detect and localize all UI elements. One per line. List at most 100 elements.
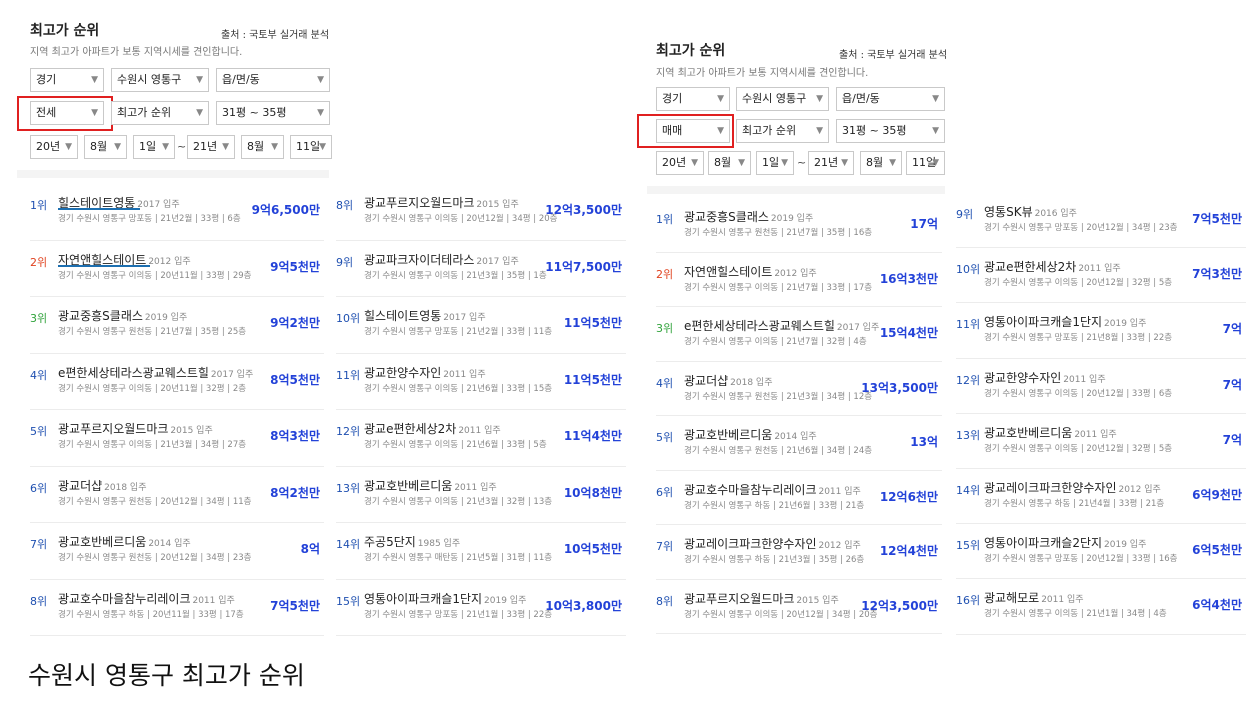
ranking-list-item[interactable]: 4위 e편한세상테라스광교웨스트힐 2017 입주 경기 수원시 영통구 이의동 | … [30,354,324,410]
apartment-name[interactable]: 영통아이파크캐슬1단지 2019 입주 [984,313,1146,330]
district-select[interactable]: 수원시 영통구 ▼ [111,68,209,92]
province-select[interactable]: 경기 ▼ [30,68,104,92]
apartment-name[interactable]: 광교중흥S클래스 2019 입주 [684,208,813,225]
from-year-select[interactable]: 20년 ▼ [656,151,704,175]
ranking-list-item[interactable]: 13위 광교호반베르디움 2011 입주 경기 수원시 영통구 이의동 | 21년3월… [336,467,626,523]
transaction-meta: 경기 수원시 영통구 하동 | 21년3월 | 35평 | 26층 [684,555,865,565]
apartment-name[interactable]: 광교더샵 2018 입주 [684,372,773,389]
apartment-name[interactable]: 광교푸르지오월드마크 2015 입주 [684,590,839,607]
ranking-list-item[interactable]: 15위 영통아이파크캐슬2단지 2019 입주 경기 수원시 영통구 망포동 | 20… [956,524,1246,580]
town-select[interactable]: 읍/면/동 ▼ [216,68,330,92]
ranking-list-item[interactable]: 1위 광교중흥S클래스 2019 입주 경기 수원시 영통구 원천동 | 21년7월 … [656,198,942,253]
to-year-select[interactable]: 21년 ▼ [187,135,235,159]
from-day-select[interactable]: 1일 ▼ [133,135,175,159]
ranking-list-item[interactable]: 16위 광교해모로 2011 입주 경기 수원시 영통구 이의동 | 21년1월 | … [956,579,1246,635]
ranking-list-item[interactable]: 1위 힐스테이트영통 2017 입주 경기 수원시 영통구 망포동 | 21년2월 |… [30,184,324,241]
sort-select[interactable]: 최고가 순위 ▼ [736,119,829,143]
apartment-name[interactable]: 광교호반베르디움 2011 입주 [984,424,1117,441]
ranking-list-item[interactable]: 13위 광교호반베르디움 2011 입주 경기 수원시 영통구 이의동 | 20년12… [956,414,1246,469]
apartment-name[interactable]: 주공5단지 1985 입주 [364,533,460,550]
apartment-name[interactable]: 광교e편한세상2차 2011 입주 [984,258,1121,275]
apartment-name[interactable]: 광교푸르지오월드마크 2015 입주 [58,420,213,437]
apartment-name[interactable]: 광교푸르지오월드마크 2015 입주 [364,194,519,211]
ranking-list-item[interactable]: 8위 광교푸르지오월드마크 2015 입주 경기 수원시 영통구 이의동 | 20년1… [336,184,626,241]
price-value: 13억 [910,435,938,449]
ranking-list-item[interactable]: 14위 주공5단지 1985 입주 경기 수원시 영통구 매탄동 | 21년5월 | … [336,523,626,580]
ranking-list-item[interactable]: 6위 광교호수마을참누리레이크 2011 입주 경기 수원시 영통구 하동 | 21년… [656,471,942,525]
apartment-name-text: 광교레이크파크한양수자인 [684,537,817,551]
ranking-list-item[interactable]: 5위 광교호반베르디움 2014 입주 경기 수원시 영통구 원천동 | 21년6월 … [656,416,942,471]
apartment-name-text: 광교중흥S클래스 [684,210,769,224]
district-select[interactable]: 수원시 영통구 ▼ [736,87,829,111]
apartment-name[interactable]: 광교호반베르디움 2014 입주 [58,533,191,550]
highlight-underline [58,208,140,210]
apartment-name[interactable]: 영통아이파크캐슬2단지 2019 입주 [984,534,1146,551]
town-select[interactable]: 읍/면/동 ▼ [836,87,945,111]
ranking-list-item[interactable]: 7위 광교레이크파크한양수자인 2012 입주 경기 수원시 영통구 하동 | 21년… [656,525,942,580]
ranking-list-item[interactable]: 8위 광교푸르지오월드마크 2015 입주 경기 수원시 영통구 이의동 | 20년1… [656,580,942,634]
price-value: 7억5천만 [1192,212,1242,226]
price-value: 9억5천만 [270,259,320,274]
from-year-select[interactable]: 20년 ▼ [30,135,78,159]
ranking-list-item[interactable]: 4위 광교더샵 2018 입주 경기 수원시 영통구 원천동 | 21년3월 | 34… [656,362,942,416]
ranking-list-item[interactable]: 10위 광교e편한세상2차 2011 입주 경기 수원시 영통구 이의동 | 20년1… [956,248,1246,304]
apartment-name[interactable]: 광교호수마을참누리레이크 2011 입주 [58,590,235,607]
dropdown-arrow-icon: ▼ [932,158,939,168]
ranking-list-item[interactable]: 8위 광교호수마을참누리레이크 2011 입주 경기 수원시 영통구 하동 | 20년… [30,580,324,636]
ranking-list-item[interactable]: 9위 광교파크자이더테라스 2017 입주 경기 수원시 영통구 이의동 | 21년3… [336,241,626,297]
apartment-name[interactable]: 영통SK뷰 2016 입주 [984,203,1077,220]
size-select[interactable]: 31평 ~ 35평 ▼ [836,119,945,143]
to-day-select[interactable]: 11일 ▼ [906,151,945,175]
dropdown-arrow-icon: ▼ [162,142,169,152]
to-day-select[interactable]: 11일 ▼ [290,135,332,159]
apartment-name[interactable]: 광교호반베르디움 2014 입주 [684,426,817,443]
apartment-name[interactable]: 광교한양수자인 2011 입주 [984,369,1106,386]
from-month-select[interactable]: 8월 ▼ [708,151,751,175]
sort-select[interactable]: 최고가 순위 ▼ [111,101,209,125]
apartment-name[interactable]: 광교파크자이더테라스 2017 입주 [364,251,519,268]
ranking-list-item[interactable]: 3위 e편한세상테라스광교웨스트힐 2017 입주 경기 수원시 영통구 이의동 | … [656,307,942,362]
transaction-meta: 경기 수원시 영통구 이의동 | 21년7월 | 33평 | 17층 [684,282,873,293]
ranking-list-item[interactable]: 2위 자연앤힐스테이트 2012 입주 경기 수원시 영통구 이의동 | 21년7월 … [656,253,942,307]
to-month-select[interactable]: 8월 ▼ [241,135,284,159]
ranking-list-item[interactable]: 7위 광교호반베르디움 2014 입주 경기 수원시 영통구 원천동 | 20년12월… [30,523,324,580]
ranking-list-item[interactable]: 11위 광교한양수자인 2011 입주 경기 수원시 영통구 이의동 | 21년6월 … [336,354,626,410]
apartment-name[interactable]: 광교호수마을참누리레이크 2011 입주 [684,481,861,498]
apartment-name[interactable]: 광교중흥S클래스 2019 입주 [58,307,187,324]
apartment-name[interactable]: 광교더샵 2018 입주 [58,477,147,494]
price-value: 11억7,500만 [545,259,622,274]
apartment-name-text: 광교호반베르디움 [984,425,1073,440]
apartment-name[interactable]: e편한세상테라스광교웨스트힐 2017 입주 [58,364,253,381]
from-day-select[interactable]: 1일 ▼ [756,151,794,175]
ranking-list-item[interactable]: 12위 광교한양수자인 2011 입주 경기 수원시 영통구 이의동 | 20년12월… [956,359,1246,414]
to-year-select[interactable]: 21년 ▼ [808,151,854,175]
apartment-name[interactable]: 자연앤힐스테이트 2012 입주 [684,263,817,280]
apartment-name[interactable]: 광교레이크파크한양수자인 2012 입주 [684,535,861,552]
ranking-list-item[interactable]: 9위 영통SK뷰 2016 입주 경기 수원시 영통구 망포동 | 20년12월 | … [956,193,1246,249]
apartment-name[interactable]: 광교호반베르디움 2011 입주 [364,477,497,494]
ranking-list-item[interactable]: 10위 힐스테이트영통 2017 입주 경기 수원시 영통구 망포동 | 21년2월 … [336,297,626,354]
size-select[interactable]: 31평 ~ 35평 ▼ [216,101,330,125]
ranking-list-item[interactable]: 14위 광교레이크파크한양수자인 2012 입주 경기 수원시 영통구 하동 | 21… [956,469,1246,525]
ranking-list-item[interactable]: 15위 영통아이파크캐슬1단지 2019 입주 경기 수원시 영통구 망포동 | 21… [336,580,626,636]
province-select[interactable]: 경기 ▼ [656,87,730,111]
apartment-name[interactable]: 영통아이파크캐슬1단지 2019 입주 [364,590,526,607]
to-month-select[interactable]: 8월 ▼ [860,151,902,175]
ranking-list-item[interactable]: 3위 광교중흥S클래스 2019 입주 경기 수원시 영통구 원천동 | 21년7월 … [30,297,324,354]
ranking-list-item[interactable]: 5위 광교푸르지오월드마크 2015 입주 경기 수원시 영통구 이의동 | 21년3… [30,410,324,467]
apartment-name[interactable]: 힐스테이트영통 2017 입주 [364,307,486,324]
ranking-list-item[interactable]: 12위 광교e편한세상2차 2011 입주 경기 수원시 영통구 이의동 | 21년6… [336,410,626,467]
apartment-name[interactable]: 광교e편한세상2차 2011 입주 [364,420,501,437]
select-value: 경기 [662,92,683,105]
price-value: 16억3천만 [879,271,938,286]
apartment-name[interactable]: 광교해모로 2011 입주 [984,589,1084,606]
apartment-name[interactable]: 광교레이크파크한양수자인 2012 입주 [984,479,1161,496]
from-month-select[interactable]: 8월 ▼ [84,135,127,159]
ranking-list-item[interactable]: 11위 영통아이파크캐슬1단지 2019 입주 경기 수원시 영통구 망포동 | 21… [956,303,1246,359]
panel-description: 지역 최고가 아파트가 보통 지역시세를 견인합니다. [30,47,243,58]
apartment-name[interactable]: e편한세상테라스광교웨스트힐 2017 입주 [684,317,879,334]
ranking-list-item[interactable]: 6위 광교더샵 2018 입주 경기 수원시 영통구 원천동 | 20년12월 | 3… [30,467,324,523]
ranking-list-item[interactable]: 2위 자연앤힐스테이트 2012 입주 경기 수원시 영통구 이의동 | 20년11월… [30,241,324,297]
price-value: 8억3천만 [270,429,320,443]
apartment-name[interactable]: 광교한양수자인 2011 입주 [364,364,486,381]
